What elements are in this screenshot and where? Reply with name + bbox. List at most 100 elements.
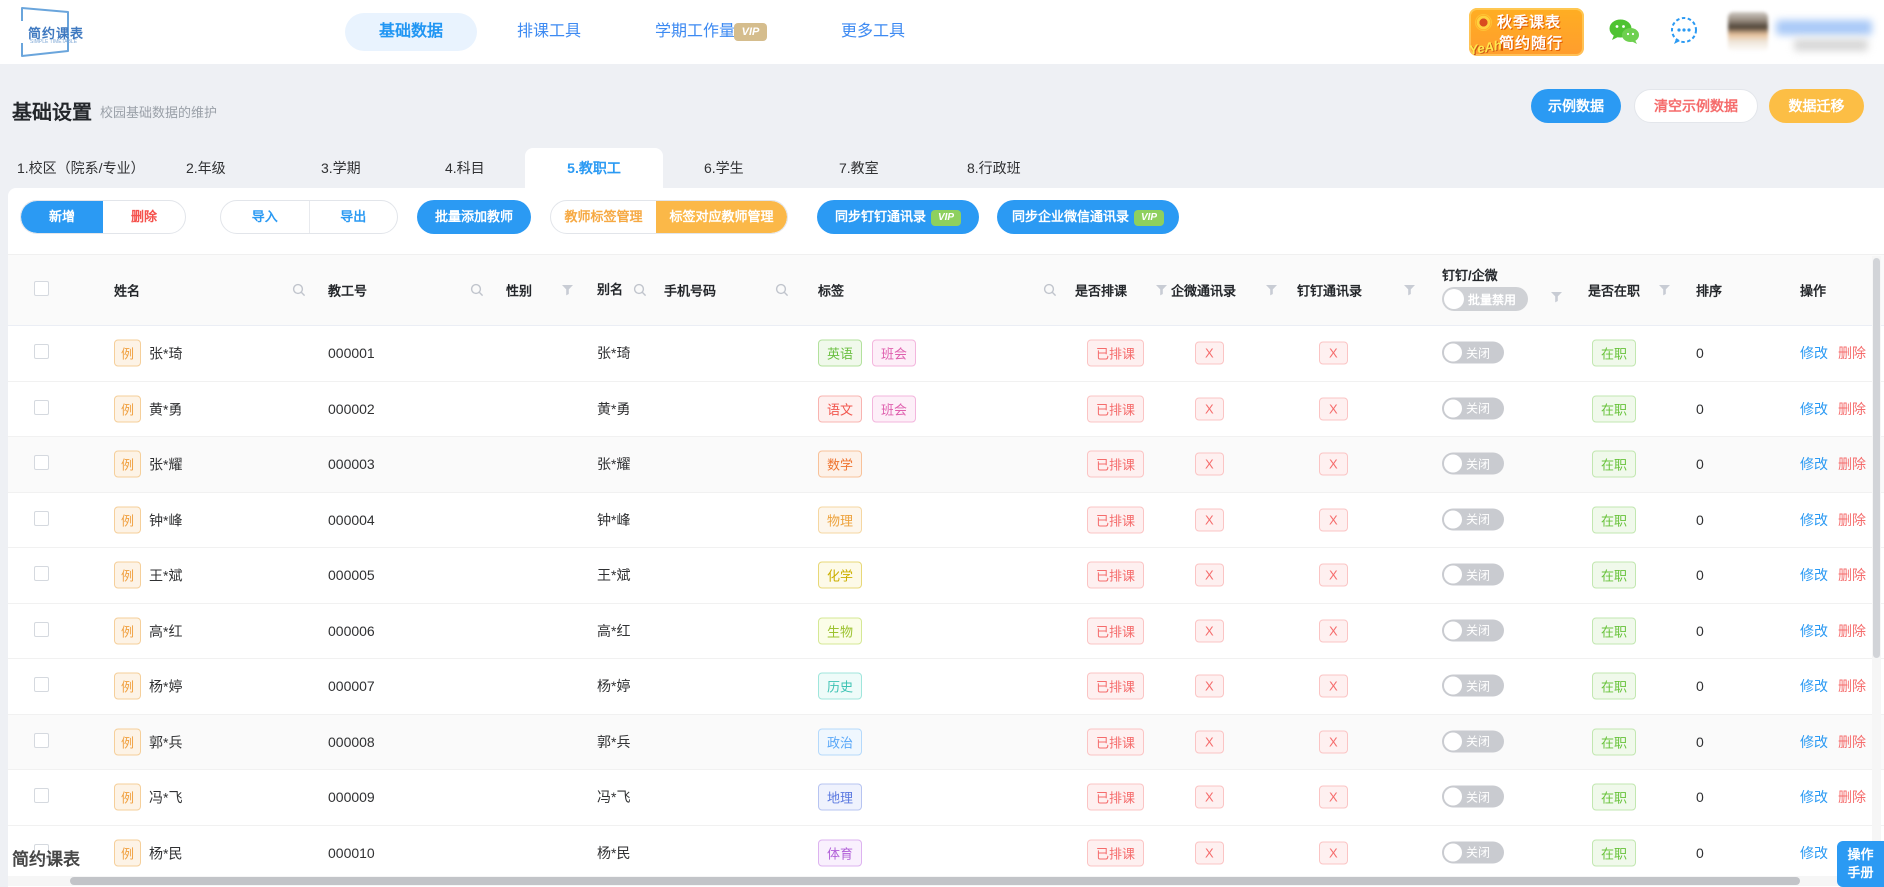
- tab-admin-classes[interactable]: 8.行政班: [967, 148, 1021, 188]
- filter-icon[interactable]: [1658, 284, 1671, 296]
- row-checkbox[interactable]: [34, 344, 49, 360]
- modify-link[interactable]: 修改: [1800, 401, 1828, 417]
- filter-icon[interactable]: [561, 284, 574, 296]
- sync-dingtalk-button[interactable]: 同步钉钉通讯录 VIP: [817, 200, 979, 234]
- wecom-x-badge: X: [1195, 785, 1224, 809]
- dd-qw-toggle[interactable]: 关闭: [1442, 674, 1504, 697]
- batch-add-teachers-button[interactable]: 批量添加教师: [417, 200, 531, 234]
- promo-banner[interactable]: 秋季课表 简约随行 YeAh: [1468, 8, 1584, 58]
- wechat-icon[interactable]: [1608, 18, 1640, 51]
- delete-link[interactable]: 删除: [1838, 623, 1866, 639]
- tab-teachers-active[interactable]: 5.教职工: [525, 148, 663, 188]
- alias-value: 钟*峰: [597, 511, 631, 528]
- modify-link[interactable]: 修改: [1800, 512, 1828, 528]
- user-avatar[interactable]: [1728, 12, 1768, 52]
- operation-manual-button[interactable]: 操作 手册: [1837, 841, 1884, 887]
- modify-link[interactable]: 修改: [1800, 345, 1828, 361]
- search-icon[interactable]: [1043, 283, 1057, 297]
- search-icon[interactable]: [292, 283, 306, 297]
- nav-item-scheduling-tools[interactable]: 排课工具: [517, 0, 581, 64]
- row-checkbox[interactable]: [34, 732, 49, 748]
- delete-button[interactable]: 删除: [103, 201, 185, 233]
- modify-link[interactable]: 修改: [1800, 567, 1828, 583]
- row-checkbox[interactable]: [34, 510, 49, 526]
- horizontal-scrollbar-thumb[interactable]: [70, 877, 1800, 885]
- dd-qw-toggle[interactable]: 关闭: [1442, 730, 1504, 753]
- tag-teacher-manage-button[interactable]: 标签对应教师管理: [655, 201, 787, 233]
- delete-link[interactable]: 删除: [1838, 789, 1866, 805]
- row-checkbox[interactable]: [34, 677, 49, 693]
- vertical-scrollbar-thumb[interactable]: [1873, 258, 1880, 658]
- data-migrate-button[interactable]: 数据迁移: [1769, 89, 1864, 123]
- nav-item-basic-data[interactable]: 基础数据: [345, 13, 477, 51]
- add-button[interactable]: 新增: [21, 201, 103, 233]
- sync-wecom-button[interactable]: 同步企业微信通讯录 VIP: [997, 200, 1179, 234]
- search-icon[interactable]: [470, 283, 484, 297]
- teacher-name: 钟*峰: [149, 512, 183, 529]
- export-button[interactable]: 导出: [310, 201, 398, 233]
- dd-qw-toggle[interactable]: 关闭: [1442, 452, 1504, 475]
- delete-link[interactable]: 删除: [1838, 734, 1866, 750]
- delete-link[interactable]: 删除: [1838, 401, 1866, 417]
- modify-link[interactable]: 修改: [1800, 623, 1828, 639]
- dd-qw-toggle[interactable]: 关闭: [1442, 785, 1504, 808]
- row-checkbox[interactable]: [34, 455, 49, 471]
- search-icon[interactable]: [633, 283, 647, 297]
- select-all-checkbox[interactable]: [34, 281, 49, 296]
- row-checkbox[interactable]: [34, 788, 49, 804]
- modify-link[interactable]: 修改: [1800, 845, 1828, 861]
- modify-link[interactable]: 修改: [1800, 678, 1828, 694]
- filter-icon[interactable]: [1403, 284, 1416, 296]
- sample-data-button[interactable]: 示例数据: [1531, 89, 1621, 123]
- dd-qw-toggle[interactable]: 关闭: [1442, 563, 1504, 586]
- employee-number: 000007: [328, 678, 375, 695]
- delete-link[interactable]: 删除: [1838, 512, 1866, 528]
- onjob-badge: 在职: [1592, 783, 1637, 811]
- scheduled-badge: 已排课: [1087, 450, 1145, 478]
- tab-classrooms[interactable]: 7.教室: [839, 148, 879, 188]
- filter-icon[interactable]: [1265, 284, 1278, 296]
- delete-link[interactable]: 删除: [1838, 567, 1866, 583]
- dd-qw-toggle[interactable]: 关闭: [1442, 841, 1504, 864]
- row-checkbox[interactable]: [34, 621, 49, 637]
- teacher-name: 冯*飞: [149, 789, 183, 806]
- row-checkbox[interactable]: [34, 566, 49, 582]
- dd-qw-toggle[interactable]: 关闭: [1442, 397, 1504, 420]
- toggle-label: 关闭: [1466, 512, 1491, 527]
- filter-icon[interactable]: [1155, 284, 1168, 296]
- delete-link[interactable]: 删除: [1838, 678, 1866, 694]
- teacher-tag-manage-button[interactable]: 教师标签管理: [551, 201, 656, 233]
- nav-item-term-workload[interactable]: 学期工作量: [655, 0, 735, 64]
- logo-subtitle: SIMPLE TIMETABLE: [30, 39, 78, 45]
- clear-sample-data-button[interactable]: 清空示例数据: [1634, 89, 1758, 123]
- vertical-scrollbar: [1872, 256, 1881, 874]
- teacher-name: 王*斌: [149, 567, 183, 584]
- tab-grade[interactable]: 2.年级: [186, 148, 226, 188]
- sample-badge: 例: [114, 672, 142, 700]
- watermark: 简约课表: [12, 850, 80, 869]
- import-button[interactable]: 导入: [221, 201, 310, 233]
- toggle-label: 关闭: [1466, 623, 1491, 638]
- dd-qw-toggle[interactable]: 关闭: [1442, 508, 1504, 531]
- dd-qw-toggle[interactable]: 关闭: [1442, 619, 1504, 642]
- modify-link[interactable]: 修改: [1800, 789, 1828, 805]
- filter-icon[interactable]: [1550, 291, 1563, 303]
- search-icon[interactable]: [775, 283, 789, 297]
- sort-value: 0: [1696, 733, 1704, 750]
- dd-qw-toggle[interactable]: 关闭: [1442, 341, 1504, 364]
- manual-line1: 操作: [1847, 847, 1874, 862]
- modify-link[interactable]: 修改: [1800, 456, 1828, 472]
- row-checkbox[interactable]: [34, 399, 49, 415]
- tab-subject[interactable]: 4.科目: [445, 148, 485, 188]
- delete-link[interactable]: 删除: [1838, 345, 1866, 361]
- app-logo: 简约课表 SIMPLE TIMETABLE: [12, 5, 96, 59]
- tab-campus[interactable]: 1.校区（院系/专业）: [17, 148, 145, 188]
- nav-item-more-tools[interactable]: 更多工具: [841, 0, 905, 64]
- delete-link[interactable]: 删除: [1838, 456, 1866, 472]
- tab-students[interactable]: 6.学生: [704, 148, 744, 188]
- tab-term[interactable]: 3.学期: [321, 148, 361, 188]
- batch-disable-toggle[interactable]: 批量禁用: [1442, 287, 1528, 311]
- toggle-label: 关闭: [1466, 568, 1491, 583]
- modify-link[interactable]: 修改: [1800, 734, 1828, 750]
- feedback-chat-icon[interactable]: [1668, 15, 1700, 52]
